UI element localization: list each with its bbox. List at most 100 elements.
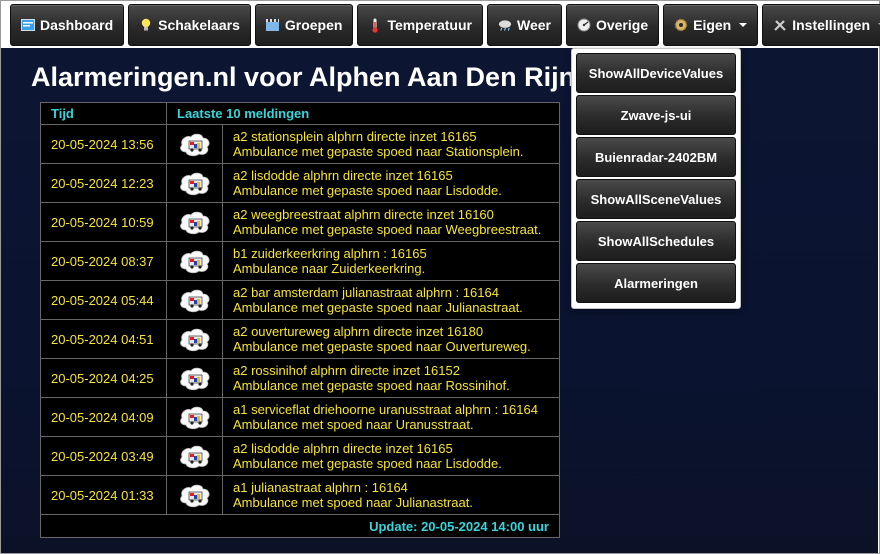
alarm-icon-cell <box>166 358 223 398</box>
alarm-message: a2 weegbreestraat alphrn directe inzet 1… <box>222 202 560 242</box>
table-row: 20-05-2024 13:56 a2 stationsplein alphrn … <box>40 124 560 164</box>
alarm-message: a2 stationsplein alphrn directe inzet 16… <box>222 124 560 164</box>
alarm-message: a2 lisdodde alphrn directe inzet 16165 Am… <box>222 163 560 203</box>
alarm-message-line1: a1 serviceflat driehoorne uranusstraat a… <box>233 402 538 417</box>
alarm-time: 20-05-2024 13:56 <box>40 124 167 164</box>
alarm-message-line2: Ambulance met gepaste spoed naar Weegbre… <box>233 222 542 237</box>
alarm-icon-cell <box>166 241 223 281</box>
alarm-message-line1: a2 lisdodde alphrn directe inzet 16165 <box>233 441 453 456</box>
nav-schakelaars-button[interactable]: Schakelaars <box>128 4 251 46</box>
nav-groepen-label: Groepen <box>284 17 343 33</box>
table-row: 20-05-2024 12:23 a2 lisdodde alphrn direc… <box>40 163 560 203</box>
thermometer-icon <box>368 18 382 33</box>
dropdown-item-buienradar-2402bm[interactable]: Buienradar-2402BM <box>576 137 736 177</box>
nav-dashboard-button[interactable]: Dashboard <box>10 4 125 46</box>
ambulance-icon <box>178 445 212 469</box>
nav-temperatuur-button[interactable]: Temperatuur <box>357 4 483 46</box>
alarm-message: b1 zuiderkeerkring alphrn : 16165 Ambulan… <box>222 241 560 281</box>
alarm-time: 20-05-2024 10:59 <box>40 202 167 242</box>
update-row: Update: 20-05-2024 14:00 uur <box>40 514 560 538</box>
alarm-message: a2 lisdodde alphrn directe inzet 16165 Am… <box>222 436 560 476</box>
page-title: Alarmeringen.nl voor Alphen Aan Den Rijn <box>31 62 576 92</box>
nav-weer-label: Weer <box>516 17 551 33</box>
alarm-icon-cell <box>166 202 223 242</box>
gauge-icon <box>577 18 591 32</box>
update-timestamp: Update: 20-05-2024 14:00 uur <box>40 514 560 538</box>
table-row: 20-05-2024 10:59 a2 weegbreestraat alphrn… <box>40 202 560 242</box>
alarm-message: a1 serviceflat driehoorne uranusstraat a… <box>222 397 560 437</box>
alarm-icon-cell <box>166 124 223 164</box>
table-header-row: Tijd Laatste 10 meldingen <box>40 102 560 125</box>
table-row: 20-05-2024 04:51 a2 ouvertureweg alphrn d… <box>40 319 560 359</box>
table-row: 20-05-2024 01:33 a1 julianastraat alphrn … <box>40 475 560 515</box>
column-header-time: Tijd <box>40 102 167 125</box>
alarm-message-line2: Ambulance met spoed naar Julianastraat. <box>233 495 473 510</box>
ambulance-icon <box>178 484 212 508</box>
nav-instellingen-button[interactable]: Instellingen <box>762 4 880 46</box>
alarm-message-line2: Ambulance naar Zuiderkeerkring. <box>233 261 426 276</box>
dropdown-item-showalldevicevalues[interactable]: ShowAllDeviceValues <box>576 53 736 93</box>
alarm-icon-cell <box>166 397 223 437</box>
ambulance-icon <box>178 172 212 196</box>
alarm-message-line1: a2 ouvertureweg alphrn directe inzet 161… <box>233 324 484 339</box>
alarm-icon-cell <box>166 163 223 203</box>
nav-eigen-label: Eigen <box>693 17 732 33</box>
alarm-message-line1: a2 weegbreestraat alphrn directe inzet 1… <box>233 207 494 222</box>
dropdown-item-showallscenevalues[interactable]: ShowAllSceneValues <box>576 179 736 219</box>
gear-icon <box>674 18 688 32</box>
alarm-message: a2 ouvertureweg alphrn directe inzet 161… <box>222 319 560 359</box>
dropdown-item-showallschedules[interactable]: ShowAllSchedules <box>576 221 736 261</box>
alarm-time: 20-05-2024 04:09 <box>40 397 167 437</box>
ambulance-icon <box>178 211 212 235</box>
alarm-time: 20-05-2024 04:51 <box>40 319 167 359</box>
nav-instellingen-label: Instellingen <box>792 17 871 33</box>
dropdown-item-alarmeringen[interactable]: Alarmeringen <box>576 263 736 303</box>
nav-weer-button[interactable]: Weer <box>486 4 562 46</box>
alarm-message-line2: Ambulance met gepaste spoed naar Juliana… <box>233 300 523 315</box>
nav-groepen-button[interactable]: Groepen <box>254 4 354 46</box>
nav-overige-label: Overige <box>595 17 649 33</box>
column-header-messages: Laatste 10 meldingen <box>166 102 560 125</box>
alarm-time: 20-05-2024 12:23 <box>40 163 167 203</box>
alarm-message-line1: a2 bar amsterdam julianastraat alphrn : … <box>233 285 499 300</box>
film-icon <box>266 18 280 32</box>
ambulance-icon <box>178 133 212 157</box>
alarm-table: Tijd Laatste 10 meldingen 20-05-2024 13:… <box>40 102 560 538</box>
table-row: 20-05-2024 04:09 a1 serviceflat driehoorn… <box>40 397 560 437</box>
table-row: 20-05-2024 03:49 a2 lisdodde alphrn direc… <box>40 436 560 476</box>
table-row: 20-05-2024 05:44 a2 bar amsterdam juliana… <box>40 280 560 320</box>
dropdown-item-zwave-js-ui[interactable]: Zwave-js-ui <box>576 95 736 135</box>
alarm-message-line1: a2 rossinihof alphrn directe inzet 16152 <box>233 363 460 378</box>
alarm-time: 20-05-2024 08:37 <box>40 241 167 281</box>
cloud-icon <box>498 18 512 32</box>
nav-dashboard-label: Dashboard <box>40 17 114 33</box>
alarm-message: a2 rossinihof alphrn directe inzet 16152… <box>222 358 560 398</box>
tools-icon <box>773 18 787 32</box>
ambulance-icon <box>178 289 212 313</box>
alarm-message-line2: Ambulance met gepaste spoed naar Lisdodd… <box>233 456 502 471</box>
table-row: 20-05-2024 08:37 b1 zuiderkeerkring alphr… <box>40 241 560 281</box>
alarm-message: a1 julianastraat alphrn : 16164 Ambulance… <box>222 475 560 515</box>
ambulance-icon <box>178 367 212 391</box>
nav-temperatuur-label: Temperatuur <box>387 17 472 33</box>
alarm-message-line2: Ambulance met gepaste spoed naar Station… <box>233 144 524 159</box>
alarm-icon-cell <box>166 280 223 320</box>
alarm-message-line1: a1 julianastraat alphrn : 16164 <box>233 480 408 495</box>
alarm-message-line2: Ambulance met gepaste spoed naar Lisdodd… <box>233 183 502 198</box>
nav-overige-button[interactable]: Overige <box>565 4 660 46</box>
alarm-time: 20-05-2024 04:25 <box>40 358 167 398</box>
nav-schakelaars-label: Schakelaars <box>158 17 240 33</box>
alarm-message-line1: a2 stationsplein alphrn directe inzet 16… <box>233 129 477 144</box>
alarm-time: 20-05-2024 05:44 <box>40 280 167 320</box>
dashboard-icon <box>21 18 35 32</box>
table-row: 20-05-2024 04:25 a2 rossinihof alphrn dir… <box>40 358 560 398</box>
alarm-message-line1: b1 zuiderkeerkring alphrn : 16165 <box>233 246 427 261</box>
chevron-down-icon <box>739 23 748 27</box>
alarm-message-line2: Ambulance met gepaste spoed naar Ouvertu… <box>233 339 531 354</box>
nav-eigen-button[interactable]: Eigen <box>663 4 759 46</box>
alarm-time: 20-05-2024 01:33 <box>40 475 167 515</box>
top-nav: Dashboard Schakelaars Groepen Temperatuu… <box>10 4 880 46</box>
alarm-icon-cell <box>166 475 223 515</box>
alarm-message-line1: a2 lisdodde alphrn directe inzet 16165 <box>233 168 453 183</box>
alarm-message-line2: Ambulance met spoed naar Uranusstraat. <box>233 417 474 432</box>
